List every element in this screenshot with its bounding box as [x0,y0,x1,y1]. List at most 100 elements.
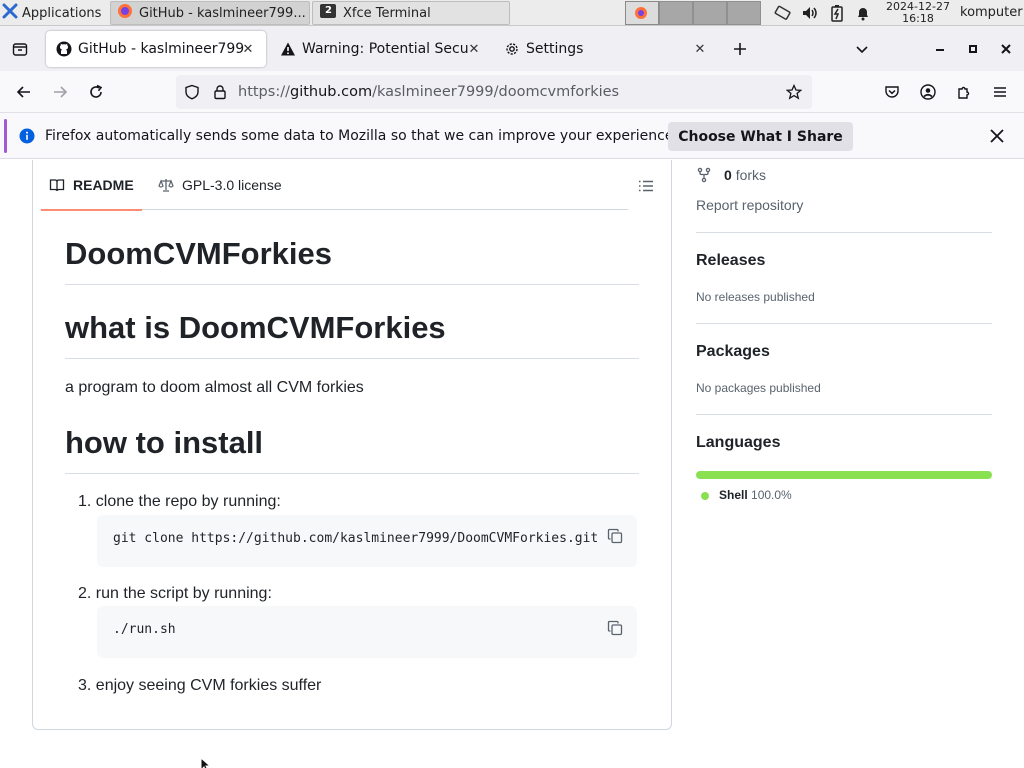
menu-dots-icon: ⋮ [105,6,106,21]
url-text[interactable]: https://github.com/kaslmineer7999/doomcv… [238,75,619,109]
extensions-button[interactable] [948,76,980,108]
volume-icon[interactable] [799,0,821,26]
tab-license[interactable]: GPL-3.0 license [158,160,282,210]
new-tab-button[interactable] [724,31,756,67]
back-button[interactable] [8,76,40,108]
url-path: /kaslmineer7999/doomcvmforkies [372,84,620,100]
close-tab-icon[interactable]: ✕ [238,39,258,59]
workspace-2[interactable] [659,1,693,25]
releases-heading[interactable]: Releases [696,252,765,270]
choose-what-i-share-button[interactable]: Choose What I Share [668,122,853,151]
bookmark-star-icon[interactable] [785,83,803,104]
applications-menu[interactable]: Applications ⋮ [2,0,106,26]
firefox-icon [117,3,133,23]
tab-label: README [73,177,134,193]
warning-icon [280,41,296,57]
maximize-window-button[interactable] [957,31,989,67]
languages-heading: Languages [696,434,781,451]
list-number: 2. [78,585,92,602]
pocket-button[interactable] [876,76,908,108]
close-tab-icon[interactable]: ✕ [690,39,710,59]
close-notification-icon[interactable] [988,127,1006,149]
panel-clock[interactable]: 2024-12-27 16:18 [884,1,952,25]
workspace-4[interactable] [727,1,761,25]
reload-button[interactable] [80,76,112,108]
list-all-tabs-button[interactable] [846,31,878,67]
code-text[interactable]: git clone https://github.com/kaslmineer7… [113,515,597,563]
divider [696,414,992,415]
divider [65,284,639,285]
code-block: git clone https://github.com/kaslmineer7… [97,515,637,567]
law-icon [158,177,174,193]
tab-readme[interactable]: README [41,160,142,211]
list-number: 1. [78,493,92,510]
taskbar-item-firefox[interactable]: GitHub - kaslmineer799... [110,1,310,25]
forks-link[interactable]: 0 forks [696,167,766,183]
lock-icon[interactable] [212,84,228,104]
list-text: enjoy seeing CVM forkies suffer [95,677,322,694]
list-item: 2. run the script by running: [78,585,272,603]
language-percent: 100.0% [751,488,792,502]
window-count-badge: 2 [325,5,332,16]
tab-security-warning[interactable]: Warning: Potential Security Risk Ahead ✕ [270,31,492,67]
table-of-contents-button[interactable] [634,174,658,198]
tab-title: Warning: Potential Security Risk Ahead [302,41,468,57]
language-item-shell[interactable]: Shell 100.0% [719,488,792,502]
packages-heading[interactable]: Packages [696,343,770,361]
list-text: clone the repo by running: [95,493,281,510]
app-menu-button[interactable] [984,76,1016,108]
releases-empty-text: No releases published [696,290,815,304]
divider [696,232,992,233]
forward-button[interactable] [44,76,76,108]
data-reporting-notification: Firefox automatically sends some data to… [0,113,1024,159]
code-text[interactable]: ./run.sh [113,606,176,654]
gear-icon [504,41,520,57]
book-icon [49,177,65,193]
heading-what-is: what is DoomCVMForkies [65,310,446,345]
notification-bell-icon[interactable] [852,0,874,26]
list-number: 3. [78,677,92,694]
forks-count: 0 [724,167,732,183]
notification-accent [4,119,7,153]
workspace-1[interactable] [625,1,659,25]
workspace-3[interactable] [693,1,727,25]
terminal-icon: 2 [319,2,337,24]
report-repository-link[interactable]: Report repository [696,197,803,213]
network-icon[interactable] [772,0,794,26]
user-menu[interactable]: komputer [960,0,1023,26]
taskbar-item-label: GitHub - kaslmineer799... [139,5,306,21]
firefox-view-button[interactable] [4,31,36,67]
divider [696,323,992,324]
repo-forked-icon [696,167,712,183]
battery-icon[interactable] [826,0,848,26]
tracking-protection-shield-icon[interactable] [184,84,200,104]
copy-code-button[interactable] [604,525,626,547]
github-icon [56,41,72,57]
minimize-window-button[interactable] [924,31,956,67]
forks-label: forks [735,167,767,183]
tab-title: GitHub - kaslmineer7999 [78,41,244,57]
close-tab-icon[interactable]: ✕ [464,39,484,59]
url-prefix: https:// [238,84,290,100]
info-icon [19,128,35,148]
account-button[interactable] [912,76,944,108]
readme-description: a program to doom almost all CVM forkies [65,379,364,396]
clock-time: 16:18 [902,12,934,25]
packages-empty-text: No packages published [696,381,821,395]
readme-tabs: README GPL-3.0 license [40,160,628,211]
taskbar-item-label: Xfce Terminal [343,5,431,21]
list-text: run the script by running: [95,585,272,602]
xfce-logo-icon [2,3,18,23]
taskbar-item-terminal[interactable]: 2 Xfce Terminal [312,1,510,25]
tab-github[interactable]: GitHub - kaslmineer7999 ✕ [46,31,266,67]
notification-message: Firefox automatically sends some data to… [45,128,678,144]
desktop-panel: Applications ⋮ GitHub - kaslmineer799...… [0,0,1024,26]
list-item: 1. clone the repo by running: [78,493,281,511]
mouse-cursor-icon [200,756,212,768]
close-window-button[interactable] [990,31,1022,67]
tab-title: Settings [526,41,584,57]
tab-settings[interactable]: Settings ✕ [494,31,718,67]
list-item: 3. enjoy seeing CVM forkies suffer [78,677,321,695]
copy-code-button[interactable] [604,617,626,639]
url-bar[interactable]: https://github.com/kaslmineer7999/doomcv… [176,75,812,109]
